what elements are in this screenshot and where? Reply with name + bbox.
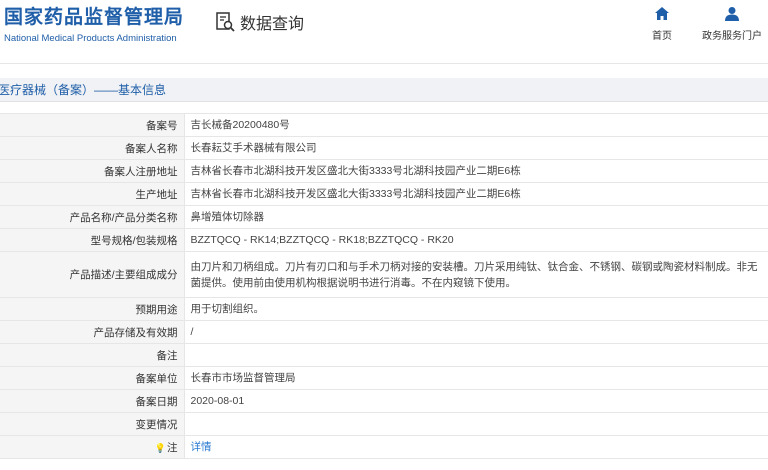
row-label: 生产地址 <box>0 182 185 206</box>
row-label: 备案号 <box>0 113 185 137</box>
nav-home[interactable]: 首页 <box>647 6 677 42</box>
row-label: 备案日期 <box>0 389 185 413</box>
row-value: 鼻增殖体切除器 <box>184 205 768 229</box>
row-value: / <box>184 320 768 344</box>
home-icon <box>655 7 669 20</box>
lightbulb-icon: 💡 <box>154 442 166 453</box>
data-query-heading[interactable]: 数据查询 <box>214 10 304 34</box>
row-value: 长春市市场监督管理局 <box>184 366 768 390</box>
row-label: 预期用途 <box>0 297 185 321</box>
details-link[interactable]: 详情 <box>191 441 212 453</box>
row-value: 详情 <box>184 435 768 459</box>
row-value <box>184 412 768 436</box>
table-row: 变更情况 <box>0 412 768 436</box>
table-row: 备案人注册地址 吉林省长春市北湖科技开发区盛北大街3333号北湖科技园产业二期E… <box>0 159 768 183</box>
user-icon <box>725 7 739 21</box>
section-header: 医疗器械（备案）——基本信息 <box>0 78 768 102</box>
row-value: 长春耘艾手术器械有限公司 <box>184 136 768 160</box>
row-label: 产品存储及有效期 <box>0 320 185 344</box>
site-logo[interactable]: 国家药品监督管理局 National Medical Products Admi… <box>4 6 184 46</box>
table-row: 备案单位 长春市市场监督管理局 <box>0 366 768 390</box>
table-row: 备案号 吉长械备20200480号 <box>0 113 768 137</box>
table-row: 备注 <box>0 343 768 367</box>
row-label: 变更情况 <box>0 412 185 436</box>
row-value: 用于切割组织。 <box>184 297 768 321</box>
table-row: 备案日期 2020-08-01 <box>0 389 768 413</box>
data-query-label: 数据查询 <box>240 16 305 33</box>
row-value: 吉林省长春市北湖科技开发区盛北大街3333号北湖科技园产业二期E6栋 <box>184 159 768 183</box>
table-row: 产品存储及有效期 / <box>0 320 768 344</box>
table-row: 💡注 详情 <box>0 435 768 459</box>
row-label-text: 注 <box>167 441 178 454</box>
nav-gov-service-portal-label: 政务服务门户 <box>702 31 762 42</box>
section-title: 医疗器械（备案）——基本信息 <box>0 83 167 97</box>
row-label: 备案人注册地址 <box>0 159 185 183</box>
table-row: 备案人名称 长春耘艾手术器械有限公司 <box>0 136 768 160</box>
nav-home-label: 首页 <box>652 31 672 42</box>
table-row: 产品名称/产品分类名称 鼻增殖体切除器 <box>0 205 768 229</box>
row-label: 产品描述/主要组成成分 <box>0 251 185 298</box>
table-row: 生产地址 吉林省长春市北湖科技开发区盛北大街3333号北湖科技园产业二期E6栋 <box>0 182 768 206</box>
row-label: 型号规格/包装规格 <box>0 228 185 252</box>
row-value: 由刀片和刀柄组成。刀片有刃口和与手术刀柄对接的安装槽。刀片采用纯钛、钛合金、不锈… <box>184 251 768 298</box>
row-label: 备注 <box>0 343 185 367</box>
row-value: BZZTQCQ - RK14;BZZTQCQ - RK18;BZZTQCQ - … <box>184 228 768 252</box>
row-label-note: 💡注 <box>0 435 185 459</box>
nav-gov-service-portal[interactable]: 政务服务门户 <box>700 6 764 42</box>
row-value: 2020-08-01 <box>184 389 768 413</box>
row-label: 产品名称/产品分类名称 <box>0 205 185 229</box>
device-info-table: 备案号 吉长械备20200480号 备案人名称 长春耘艾手术器械有限公司 备案人… <box>0 113 768 459</box>
logo-chinese-name: 国家药品监督管理局 <box>4 7 185 28</box>
table-row: 型号规格/包装规格 BZZTQCQ - RK14;BZZTQCQ - RK18;… <box>0 228 768 252</box>
header: 国家药品监督管理局 National Medical Products Admi… <box>0 0 768 64</box>
row-value <box>184 343 768 367</box>
row-value: 吉长械备20200480号 <box>184 113 768 137</box>
table-row: 预期用途 用于切割组织。 <box>0 297 768 321</box>
row-value: 吉林省长春市北湖科技开发区盛北大街3333号北湖科技园产业二期E6栋 <box>184 182 768 206</box>
row-label: 备案人名称 <box>0 136 185 160</box>
document-search-icon <box>216 12 235 32</box>
logo-english-name: National Medical Products Administration <box>4 33 177 44</box>
table-row: 产品描述/主要组成成分 由刀片和刀柄组成。刀片有刃口和与手术刀柄对接的安装槽。刀… <box>0 251 768 298</box>
row-label: 备案单位 <box>0 366 185 390</box>
